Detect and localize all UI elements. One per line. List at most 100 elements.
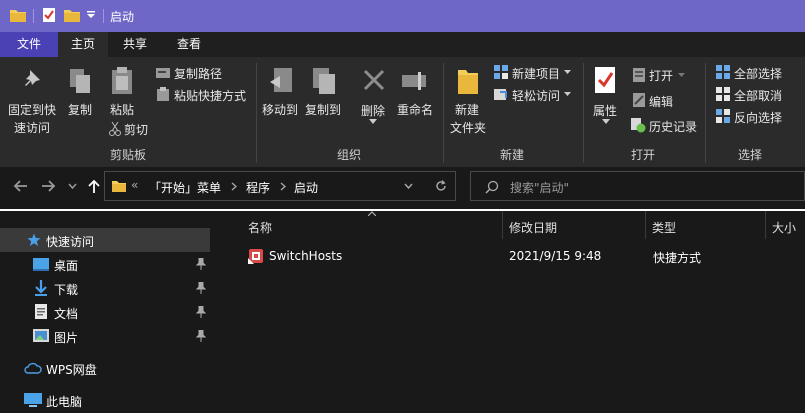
folder-icon (112, 181, 126, 192)
breadcrumb-programs[interactable]: 程序 (246, 179, 270, 196)
nav-documents-label: 文档 (54, 307, 79, 321)
sort-ascending-icon (368, 211, 376, 216)
open-icon (633, 68, 645, 82)
ribbon-separator (583, 63, 584, 163)
nav-desktop[interactable]: 桌面 (0, 252, 210, 276)
rename-button[interactable]: 重命名 (397, 101, 433, 118)
breadcrumb-start-menu[interactable]: 「开始」菜单 (149, 179, 221, 196)
column-header-date[interactable]: 修改日期 (509, 219, 557, 236)
new-folder-icon[interactable] (64, 8, 80, 22)
pin-icon[interactable] (196, 330, 206, 342)
select-none-icon (716, 87, 730, 101)
history-button[interactable]: 历史记录 (649, 118, 697, 135)
easy-access-button[interactable]: 轻松访问 (512, 87, 560, 104)
new-folder-icon (458, 70, 478, 94)
delete-button[interactable]: 删除 (361, 102, 385, 119)
pin-quick-access-label-2[interactable]: 速访问 (14, 119, 50, 136)
paste-button[interactable]: 粘贴 (110, 101, 134, 118)
column-header-size[interactable]: 大小 (772, 219, 796, 236)
pin-icon[interactable] (196, 258, 206, 270)
rename-icon (402, 72, 426, 90)
nav-documents[interactable]: 文档 (0, 300, 210, 324)
copy-to-icon (313, 68, 335, 94)
star-icon (27, 233, 41, 246)
history-icon (631, 118, 646, 133)
chevron-down-icon[interactable] (369, 119, 377, 125)
address-bar[interactable]: « 「开始」菜单 程序 启动 (104, 171, 456, 201)
nav-wps-drive[interactable]: WPS网盘 (0, 356, 210, 380)
up-arrow-icon[interactable] (87, 178, 101, 194)
back-arrow-icon[interactable] (12, 179, 28, 193)
forward-arrow-icon[interactable] (41, 179, 57, 193)
search-box[interactable]: 搜索"启动" (470, 171, 805, 201)
copy-path-button[interactable]: 复制路径 (174, 65, 222, 82)
select-all-button[interactable]: 全部选择 (734, 65, 782, 82)
chevron-down-icon[interactable] (678, 73, 685, 78)
properties-icon[interactable] (42, 7, 56, 23)
chevron-down-icon[interactable] (602, 119, 610, 125)
paste-shortcut-icon (157, 87, 169, 101)
edit-button[interactable]: 编辑 (649, 93, 673, 110)
pin-icon[interactable] (196, 306, 206, 318)
pictures-icon (33, 329, 49, 342)
new-item-icon (494, 65, 508, 79)
open-button[interactable]: 打开 (649, 67, 673, 84)
column-header-type[interactable]: 类型 (652, 219, 676, 236)
new-item-button[interactable]: 新建项目 (512, 65, 560, 82)
column-separator[interactable] (502, 211, 503, 239)
breadcrumb-startup[interactable]: 启动 (294, 179, 318, 196)
customize-dropdown-icon[interactable] (86, 11, 96, 19)
nav-scrollbar[interactable] (210, 211, 218, 413)
move-to-button[interactable]: 移动到 (262, 101, 298, 118)
properties-button[interactable]: 属性 (593, 102, 617, 119)
copy-icon (70, 69, 90, 93)
recent-locations-chevron-icon[interactable] (68, 183, 77, 189)
address-overflow[interactable]: « (131, 178, 138, 192)
ribbon-tab-bar: 文件 主页 共享 查看 (0, 32, 805, 57)
refresh-icon[interactable] (435, 180, 447, 192)
search-input[interactable]: 搜索"启动" (510, 179, 569, 196)
cut-button[interactable]: 剪切 (124, 121, 148, 138)
open-group-label: 打开 (630, 148, 655, 162)
document-icon (35, 304, 47, 319)
select-none-button[interactable]: 全部取消 (734, 87, 782, 104)
tab-view[interactable]: 查看 (163, 32, 215, 57)
select-all-icon (716, 65, 730, 79)
column-separator[interactable] (765, 211, 766, 239)
breadcrumb-chevron-icon[interactable] (280, 182, 286, 191)
chevron-down-icon[interactable] (564, 92, 571, 97)
invert-selection-button[interactable]: 反向选择 (734, 109, 782, 126)
nav-downloads[interactable]: 下载 (0, 276, 210, 300)
copy-to-button[interactable]: 复制到 (305, 101, 341, 118)
invert-selection-icon (716, 109, 730, 123)
new-folder-label-1[interactable]: 新建 (455, 101, 479, 118)
new-folder-label-2[interactable]: 文件夹 (450, 119, 486, 136)
breadcrumb-chevron-icon[interactable] (231, 182, 237, 191)
copy-path-icon (156, 68, 170, 78)
nav-quick-access-label: 快速访问 (46, 235, 95, 249)
address-dropdown-icon[interactable] (404, 183, 413, 189)
tab-home[interactable]: 主页 (58, 32, 108, 57)
column-separator[interactable] (645, 211, 646, 239)
nav-pictures[interactable]: 图片 (0, 324, 210, 348)
paste-shortcut-button[interactable]: 粘贴快捷方式 (174, 87, 246, 104)
table-row[interactable]: SwitchHosts 2021/9/15 9:48 快捷方式 (240, 244, 800, 268)
computer-icon (24, 393, 42, 407)
column-header-name[interactable]: 名称 (248, 219, 272, 236)
copy-button[interactable]: 复制 (68, 101, 92, 118)
nav-this-pc[interactable]: 此电脑 (0, 388, 210, 412)
folder-icon (10, 10, 26, 22)
file-type: 快捷方式 (653, 251, 702, 265)
easy-access-icon (494, 89, 507, 100)
tab-share[interactable]: 共享 (110, 32, 160, 57)
select-group-label: 选择 (737, 148, 762, 162)
desktop-icon (33, 258, 49, 271)
delete-icon (363, 69, 385, 91)
nav-pictures-label: 图片 (54, 331, 79, 345)
tab-file[interactable]: 文件 (0, 32, 58, 57)
nav-quick-access[interactable]: 快速访问 (0, 228, 210, 252)
new-group-label: 新建 (499, 148, 524, 162)
chevron-down-icon[interactable] (564, 70, 571, 75)
pin-icon[interactable] (196, 282, 206, 294)
pin-quick-access-label-1[interactable]: 固定到快 (8, 101, 56, 118)
